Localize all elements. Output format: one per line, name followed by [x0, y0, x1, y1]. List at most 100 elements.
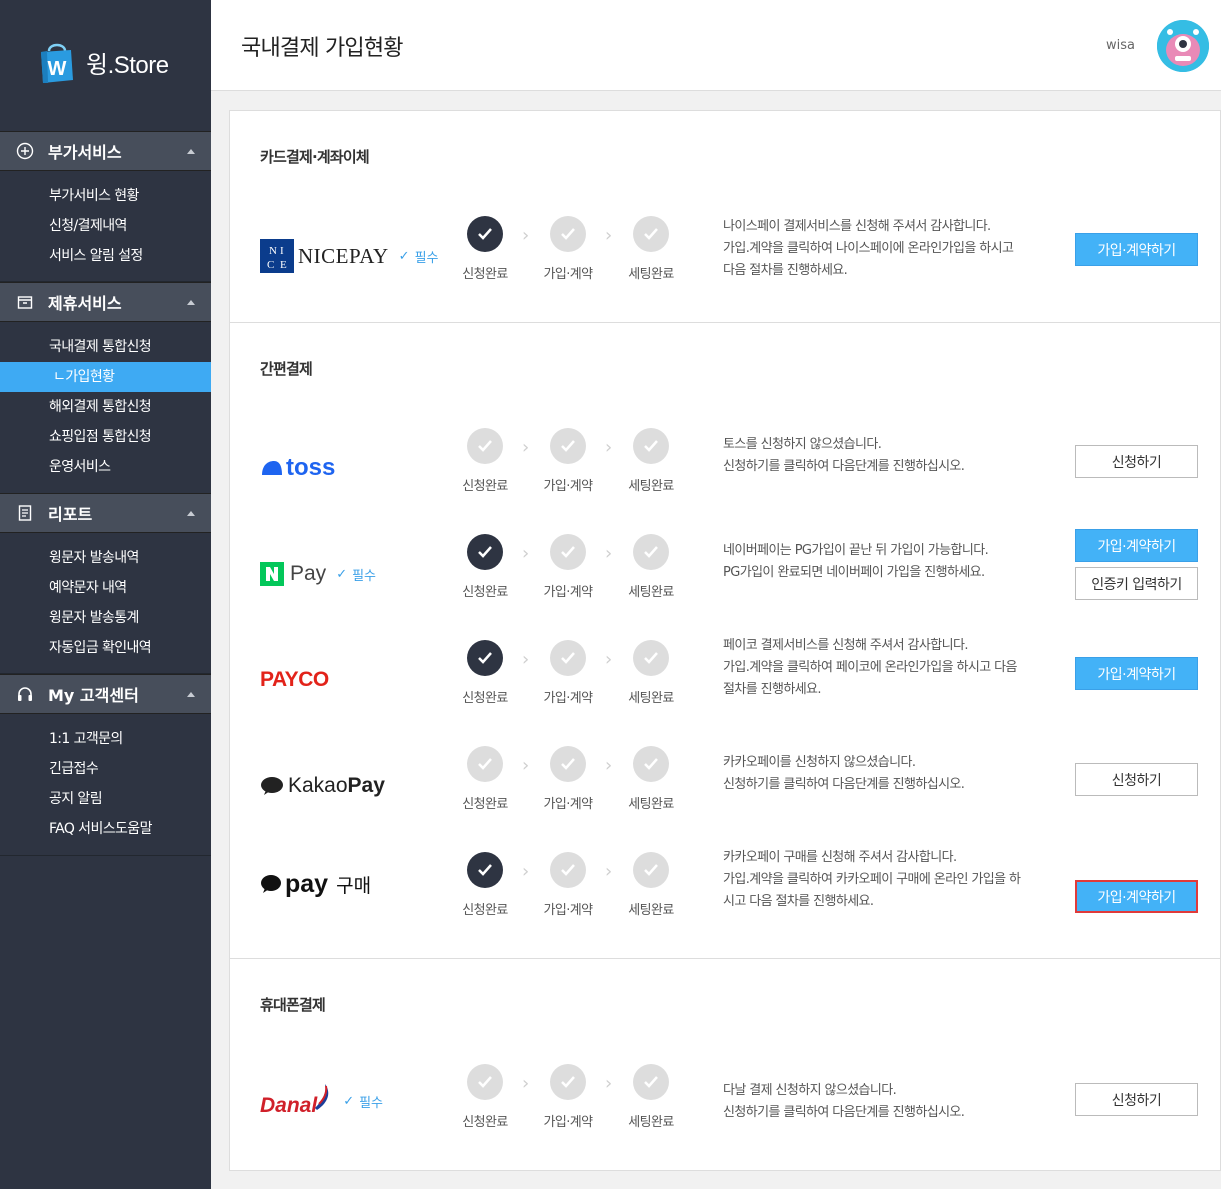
sidebar-item-auto-deposit[interactable]: 자동입금 확인내역 [0, 633, 211, 663]
progress-steps: 신청완료 › 가입·계약 › 세팅완료 [450, 534, 680, 614]
step-contract: 가입·계약 [533, 534, 603, 600]
chevron-right-icon: › [522, 225, 530, 246]
svg-text:I: I [280, 245, 284, 257]
signup-contract-button[interactable]: 가입·계약하기 [1075, 657, 1198, 690]
nicepay-mark-icon: N I C E [260, 239, 294, 273]
row-description: 카카오페이 구매를 신청해 주셔서 감사합니다. 가입.계약을 클릭하여 카카오페… [723, 850, 1021, 909]
row-description: 다날 결제 신청하지 않으셨습니다. 신청하기를 클릭하여 다음단계를 진행하십시… [723, 1083, 965, 1120]
apply-button[interactable]: 신청하기 [1075, 763, 1198, 796]
apply-button[interactable]: 신청하기 [1075, 1083, 1198, 1116]
provider-row-nicepay: N I C E NICEPAY ✓ 필수 신청완료 › 가입·계약 › 세팅완료 … [230, 216, 1220, 296]
sidebar-item-shopping-entry[interactable]: 쇼핑입점 통합신청 [0, 422, 211, 452]
kakaopay-logo: Kakao Pay [260, 766, 385, 806]
check-circle-icon [633, 534, 669, 570]
npay-logo: Pay ✓ 필수 [260, 554, 376, 594]
sidebar-item-signup-status[interactable]: ㄴ가입현황 [0, 362, 211, 392]
step-contract: 가입·계약 [533, 746, 603, 812]
brand-logo[interactable]: W 윙.Store [38, 40, 169, 84]
avatar[interactable] [1157, 20, 1209, 72]
menu-header-addon[interactable]: 부가서비스 [0, 131, 211, 171]
provider-row-toss: toss 신청완료 › 가입·계약 › 세팅완료 토스를 신청하지 않으셨습니다… [230, 428, 1220, 508]
check-circle-icon [467, 852, 503, 888]
naver-n-icon [260, 562, 284, 586]
user-name[interactable]: wisa [1106, 38, 1135, 53]
row-description: 페이코 결제서비스를 신청해 주셔서 감사합니다. 가입.계약을 클릭하여 페이코… [723, 638, 1017, 697]
progress-steps: 신청완료 › 가입·계약 › 세팅완료 [450, 216, 680, 296]
signup-contract-button[interactable]: 가입·계약하기 [1075, 529, 1198, 562]
check-icon: ✓ [398, 248, 410, 264]
sidebar-item-inquiry[interactable]: 1:1 고객문의 [0, 724, 211, 754]
step-applied: 신청완료 [450, 534, 520, 600]
kakao-bubble-icon [261, 875, 281, 893]
payco-logo: PAYCO [260, 668, 329, 691]
apply-button[interactable]: 신청하기 [1075, 445, 1198, 478]
sidebar-item-sms-history[interactable]: 윙문자 발송내역 [0, 543, 211, 573]
sidebar-item-notice[interactable]: 공지 알림 [0, 784, 211, 814]
check-circle-icon [467, 428, 503, 464]
sidebar-item-faq[interactable]: FAQ 서비스도움말 [0, 814, 211, 844]
section-title: 간편결제 [260, 360, 313, 378]
sidebar-item-scheduled-sms[interactable]: 예약문자 내역 [0, 573, 211, 603]
check-circle-icon [550, 1064, 586, 1100]
menu-header-label: 제휴서비스 [48, 294, 122, 313]
menu-header-label: My 고객센터 [48, 686, 139, 705]
chevron-right-icon: › [605, 755, 613, 776]
step-contract: 가입·계약 [533, 216, 603, 282]
brand-name: 윙.Store [86, 51, 169, 79]
sidebar-item-urgent[interactable]: 긴급접수 [0, 754, 211, 784]
section-card-payment: 카드결제·계좌이체 N I C E NICEPAY ✓ 필수 신청완료 › 가입·… [230, 111, 1220, 323]
sidebar-item-addon-status[interactable]: 부가서비스 현황 [0, 181, 211, 211]
sidebar-item-notification-settings[interactable]: 서비스 알림 설정 [0, 241, 211, 271]
sidebar-item-operation-service[interactable]: 운영서비스 [0, 452, 211, 482]
kakaopay-purchase-logo: pay 구매 [260, 864, 371, 904]
section-mobile-payment: 휴대폰결제 Danal ✓ 필수 신청완료 › 가입·계약 › 세팅완료 다날 결… [230, 959, 1220, 1170]
nicepay-logo: N I C E NICEPAY ✓ 필수 [260, 236, 438, 276]
progress-steps: 신청완료 › 가입·계약 › 세팅완료 [450, 1064, 680, 1144]
menu-section-report: 리포트 윙문자 발송내역 예약문자 내역 윙문자 발송통계 자동입금 확인내역 [0, 493, 211, 674]
page-title: 국내결제 가입현황 [241, 36, 404, 61]
check-circle-icon [467, 746, 503, 782]
required-badge: ✓ 필수 [343, 1093, 384, 1111]
check-circle-icon [633, 746, 669, 782]
toss-mark-icon [262, 461, 282, 475]
menu-header-report[interactable]: 리포트 [0, 493, 211, 533]
signup-contract-button[interactable]: 가입·계약하기 [1075, 880, 1198, 913]
check-circle-icon [550, 852, 586, 888]
sidebar-item-sms-stats[interactable]: 윙문자 발송통계 [0, 603, 211, 633]
chevron-right-icon: › [605, 649, 613, 670]
step-contract: 가입·계약 [533, 428, 603, 494]
provider-row-danal: Danal ✓ 필수 신청완료 › 가입·계약 › 세팅완료 다날 결제 신청하지… [230, 1064, 1220, 1144]
row-description: 토스를 신청하지 않으셨습니다. 신청하기를 클릭하여 다음단계를 진행하십시오. [723, 437, 965, 474]
box-icon [16, 293, 34, 311]
check-circle-icon [550, 746, 586, 782]
danal-swoosh-icon [315, 1084, 329, 1110]
step-contract: 가입·계약 [533, 1064, 603, 1130]
chevron-right-icon: › [522, 649, 530, 670]
caret-up-icon [187, 300, 195, 305]
required-badge: ✓ 필수 [336, 566, 377, 584]
check-circle-icon [633, 428, 669, 464]
signup-contract-button[interactable]: 가입·계약하기 [1075, 233, 1198, 266]
check-circle-icon [550, 216, 586, 252]
progress-steps: 신청완료 › 가입·계약 › 세팅완료 [450, 852, 680, 932]
check-circle-icon [550, 428, 586, 464]
check-circle-icon [633, 640, 669, 676]
chevron-right-icon: › [605, 861, 613, 882]
sidebar-item-payment-history[interactable]: 신청/결제내역 [0, 211, 211, 241]
progress-steps: 신청완료 › 가입·계약 › 세팅완료 [450, 428, 680, 508]
progress-steps: 신청완료 › 가입·계약 › 세팅완료 [450, 640, 680, 720]
provider-row-kakaopay-purchase: pay 구매 신청완료 › 가입·계약 › 세팅완료 카카오페이 구매를 신청해… [230, 850, 1220, 932]
sidebar-item-overseas-payment[interactable]: 해외결제 통합신청 [0, 392, 211, 422]
sidebar-item-domestic-payment[interactable]: 국내결제 통합신청 [0, 332, 211, 362]
check-circle-icon [633, 216, 669, 252]
check-circle-icon [467, 1064, 503, 1100]
chevron-right-icon: › [522, 543, 530, 564]
check-icon: ✓ [336, 566, 348, 582]
menu-header-support[interactable]: My 고객센터 [0, 674, 211, 714]
check-circle-icon [633, 852, 669, 888]
toss-logo: toss [260, 448, 335, 488]
menu-header-partner[interactable]: 제휴서비스 [0, 282, 211, 322]
top-header: 국내결제 가입현황 wisa [211, 0, 1221, 91]
step-setup: 세팅완료 [616, 1064, 686, 1130]
enter-auth-key-button[interactable]: 인증키 입력하기 [1075, 567, 1198, 600]
